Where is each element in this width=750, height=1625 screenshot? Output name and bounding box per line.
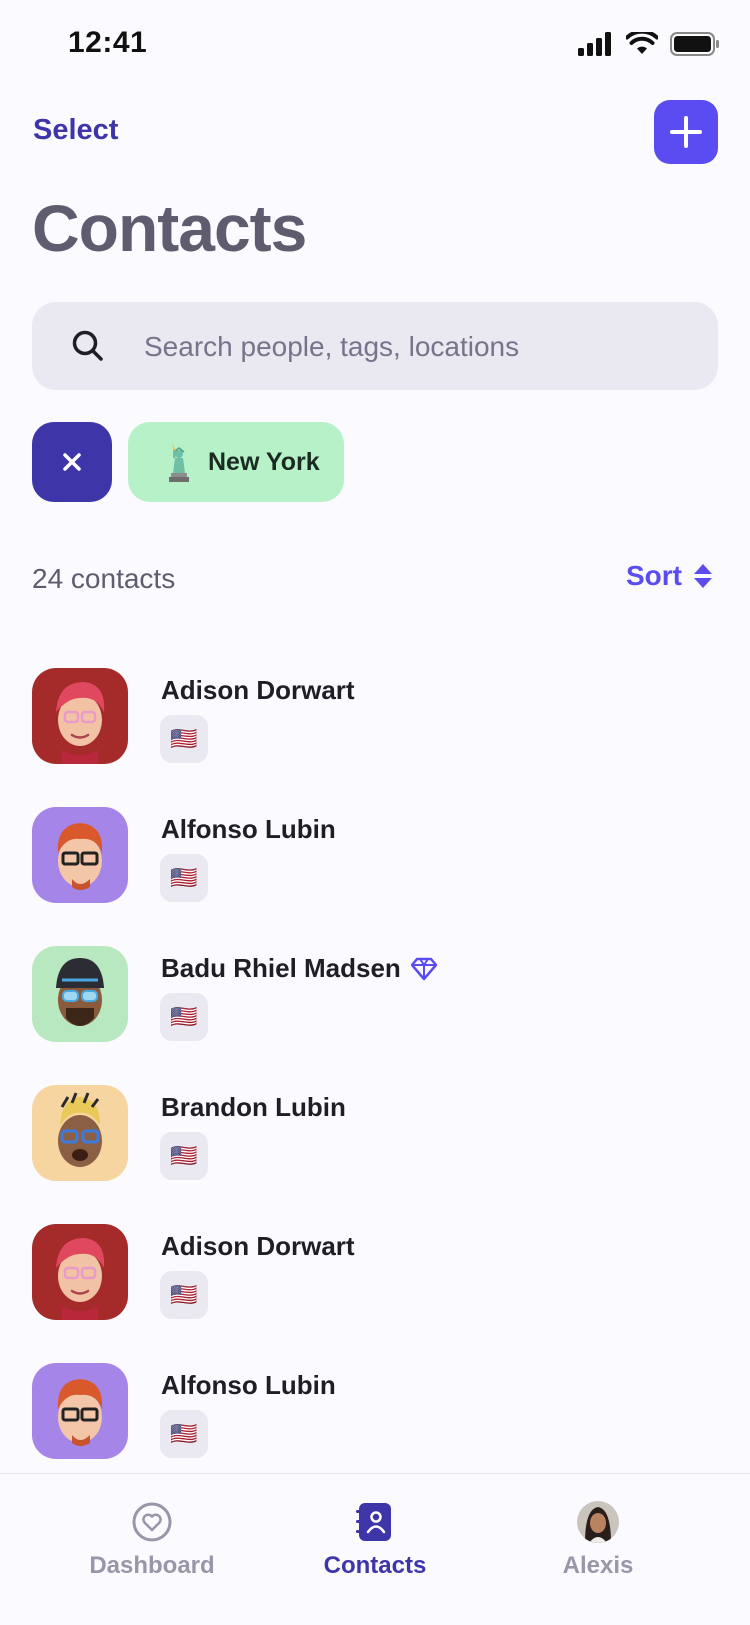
contact-avatar	[32, 946, 128, 1042]
search-input[interactable]	[142, 302, 706, 392]
contact-avatar	[32, 1363, 128, 1459]
memoji-avatar-icon	[56, 1238, 105, 1320]
heart-circle-icon	[132, 1502, 172, 1542]
select-button[interactable]: Select	[33, 114, 118, 147]
profile-avatar-icon	[577, 1501, 619, 1543]
status-icons	[578, 32, 720, 56]
us-flag-icon: 🇺🇸	[170, 726, 198, 751]
tab-profile[interactable]: Alexis	[473, 1474, 723, 1625]
country-flag-chip: 🇺🇸	[160, 715, 208, 763]
country-flag-chip: 🇺🇸	[160, 1410, 208, 1458]
us-flag-icon: 🇺🇸	[170, 1282, 198, 1307]
contact-count: 24 contacts	[32, 563, 176, 594]
battery-icon	[670, 32, 719, 56]
search-bar[interactable]	[32, 302, 718, 392]
us-flag-icon: 🇺🇸	[170, 865, 198, 890]
us-flag-icon: 🇺🇸	[170, 1143, 198, 1168]
cellular-signal-icon	[578, 32, 611, 56]
sort-arrows-icon	[694, 564, 712, 588]
country-flag-chip: 🇺🇸	[160, 1271, 208, 1319]
add-contact-button[interactable]	[654, 100, 718, 164]
country-flag-chip: 🇺🇸	[160, 993, 208, 1041]
tab-dashboard[interactable]: Dashboard	[27, 1474, 277, 1625]
contact-avatar	[32, 1224, 128, 1320]
status-bar: 12:41	[0, 0, 750, 90]
tab-contacts[interactable]: Contacts	[250, 1474, 500, 1625]
tab-label: Alexis	[562, 1552, 634, 1579]
us-flag-icon: 🇺🇸	[170, 1421, 198, 1446]
close-icon	[63, 453, 81, 471]
sort-label: Sort	[626, 560, 682, 591]
memoji-avatar-icon	[56, 682, 105, 764]
clear-filters-button[interactable]	[32, 422, 112, 502]
memoji-avatar-icon	[57, 1379, 103, 1446]
contact-book-icon	[356, 1503, 391, 1541]
contact-name: Alfonso Lubin	[161, 814, 336, 844]
sort-button[interactable]: Sort	[626, 560, 714, 592]
country-flag-chip: 🇺🇸	[160, 854, 208, 902]
plus-icon	[670, 116, 702, 148]
diamond-icon	[410, 957, 437, 980]
search-icon	[72, 330, 103, 361]
memoji-avatar-icon	[57, 823, 103, 890]
status-time: 12:41	[68, 26, 148, 59]
contact-row[interactable]: Adison Dorwart 🇺🇸	[32, 1211, 718, 1321]
location-filter-label: New York	[208, 447, 320, 476]
memoji-avatar-icon	[58, 1092, 102, 1167]
contact-name: Badu Rhiel Madsen	[161, 953, 437, 984]
page-title: Contacts	[32, 191, 307, 265]
contact-name: Adison Dorwart	[161, 1231, 355, 1261]
contact-row[interactable]: Alfonso Lubin 🇺🇸	[32, 794, 718, 904]
memoji-avatar-icon	[56, 958, 104, 1026]
contact-name: Adison Dorwart	[161, 675, 355, 705]
contact-avatar	[32, 1085, 128, 1181]
statue-of-liberty-icon	[169, 443, 189, 482]
contact-avatar	[32, 668, 128, 764]
contact-row[interactable]: Alfonso Lubin 🇺🇸	[32, 1350, 718, 1460]
tab-label: Dashboard	[89, 1552, 215, 1579]
contact-row[interactable]: Adison Dorwart 🇺🇸	[32, 655, 718, 765]
us-flag-icon: 🇺🇸	[170, 1004, 198, 1029]
location-filter-chip[interactable]: New York	[128, 422, 344, 502]
wifi-icon	[626, 32, 658, 54]
contact-row[interactable]: Badu Rhiel Madsen 🇺🇸	[32, 933, 718, 1043]
contact-name: Brandon Lubin	[161, 1092, 346, 1122]
tab-label: Contacts	[323, 1552, 427, 1579]
contact-avatar	[32, 807, 128, 903]
country-flag-chip: 🇺🇸	[160, 1132, 208, 1180]
contact-name: Alfonso Lubin	[161, 1370, 336, 1400]
contact-row[interactable]: Brandon Lubin 🇺🇸	[32, 1072, 718, 1182]
tab-bar: Dashboard Contacts Alexis	[0, 1473, 750, 1625]
